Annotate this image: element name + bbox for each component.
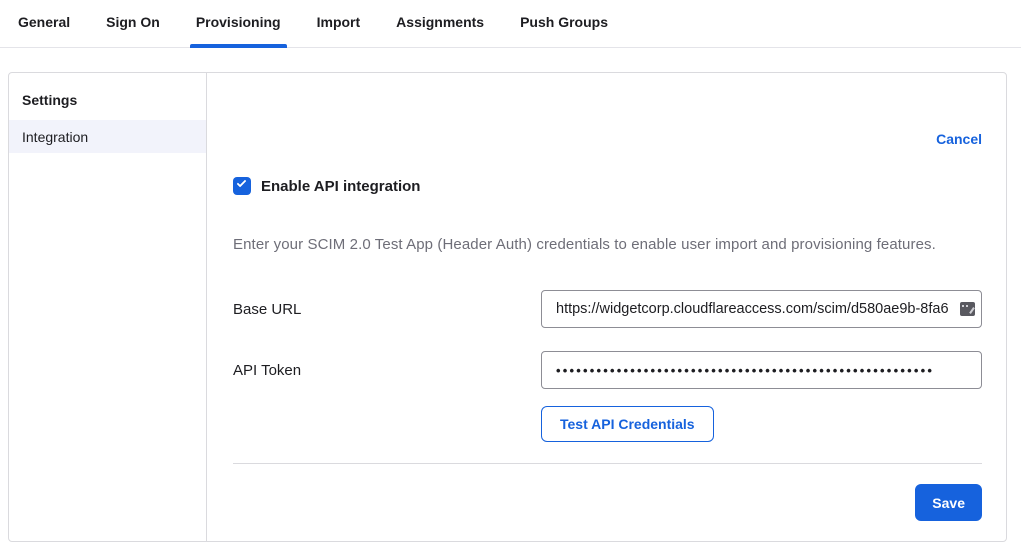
credentials-description: Enter your SCIM 2.0 Test App (Header Aut… [233, 236, 982, 253]
save-button[interactable]: Save [915, 484, 982, 521]
tab-sign-on[interactable]: Sign On [106, 14, 160, 47]
api-token-input-wrap [541, 351, 982, 389]
enable-api-integration-label: Enable API integration [261, 178, 420, 195]
settings-sidebar: Settings Integration [9, 73, 207, 541]
tab-push-groups[interactable]: Push Groups [520, 14, 608, 47]
base-url-input-wrap [541, 290, 982, 328]
enable-api-integration-row: Enable API integration [233, 177, 982, 195]
sidebar-item-integration[interactable]: Integration [9, 120, 206, 153]
integration-form: Cancel Enable API integration Enter your… [207, 73, 1006, 541]
tab-general[interactable]: General [18, 14, 70, 47]
cancel-button[interactable]: Cancel [936, 131, 982, 147]
api-token-label: API Token [233, 362, 541, 379]
tab-import[interactable]: Import [317, 14, 361, 47]
sidebar-item-label: Integration [22, 129, 88, 145]
base-url-input[interactable] [541, 290, 982, 328]
tab-assignments[interactable]: Assignments [396, 14, 484, 47]
tab-provisioning[interactable]: Provisioning [196, 14, 281, 47]
form-header-actions: Cancel [233, 131, 982, 147]
test-credentials-row: Test API Credentials [233, 406, 982, 442]
api-token-row: API Token [233, 351, 982, 389]
enable-api-integration-checkbox[interactable] [233, 177, 251, 195]
form-footer-actions: Save [233, 484, 982, 521]
base-url-label: Base URL [233, 301, 541, 318]
app-tab-bar: General Sign On Provisioning Import Assi… [0, 0, 1021, 48]
spacer [233, 406, 541, 442]
base-url-row: Base URL [233, 290, 982, 328]
check-icon [237, 178, 247, 188]
test-api-credentials-button[interactable]: Test API Credentials [541, 406, 714, 442]
footer-divider [233, 463, 982, 464]
api-token-input[interactable] [541, 351, 982, 389]
provisioning-panel: Settings Integration Cancel Enable API i… [8, 72, 1007, 542]
sidebar-header-settings: Settings [9, 83, 206, 120]
